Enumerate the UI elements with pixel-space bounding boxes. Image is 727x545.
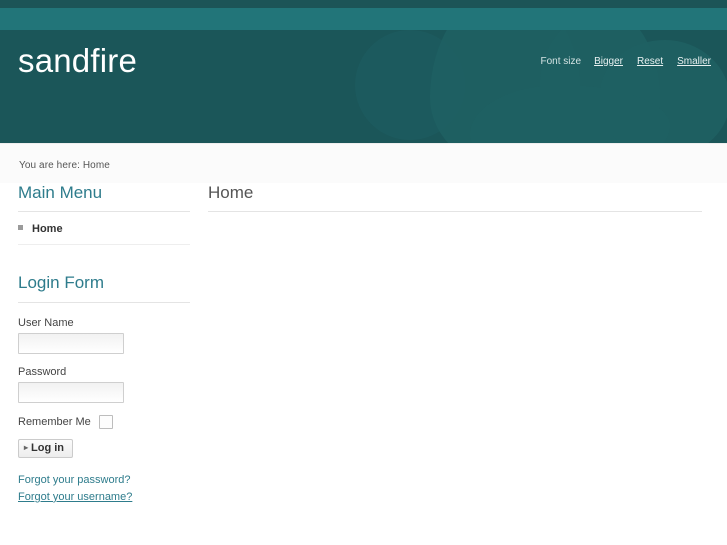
- font-size-reset-link[interactable]: Reset: [637, 56, 663, 67]
- module-login-form: Login Form User Name Password Remember M…: [0, 273, 200, 503]
- login-help-links: Forgot your password? Forgot your userna…: [18, 472, 200, 503]
- font-size-smaller-link[interactable]: Smaller: [677, 56, 711, 67]
- remember-me-checkbox[interactable]: [98, 414, 113, 429]
- main-menu-title: Main Menu: [18, 183, 103, 202]
- sidebar-item-home[interactable]: Home: [18, 212, 190, 246]
- list-item[interactable]: Forgot your username?: [18, 489, 200, 503]
- header-top-bar: [0, 0, 727, 30]
- site-logo[interactable]: sandfire: [18, 44, 137, 77]
- username-input[interactable]: [18, 332, 124, 354]
- font-size-tools: Font size Bigger Reset Smaller: [540, 56, 711, 67]
- square-bullet-icon: [18, 225, 23, 231]
- forgot-password-link[interactable]: Forgot your password?: [18, 474, 131, 486]
- login-button-label: Log in: [31, 441, 65, 454]
- site-header: sandfire Font size Bigger Reset Smaller: [0, 0, 727, 143]
- remember-me-row: Remember Me: [18, 414, 200, 429]
- remember-me-label: Remember Me: [18, 415, 91, 428]
- header-top-bar-accent: [0, 8, 727, 30]
- login-form-title: Login Form: [18, 273, 104, 293]
- font-size-label: Font size: [540, 56, 582, 67]
- font-size-bigger-link[interactable]: Bigger: [594, 56, 623, 67]
- divider: [208, 211, 702, 213]
- forgot-username-link[interactable]: Forgot your username?: [18, 491, 132, 503]
- page-body: Main Menu Home Login Form User Name Pass…: [0, 183, 727, 545]
- password-input[interactable]: [18, 381, 124, 403]
- chevron-right-icon: ▸: [24, 443, 29, 453]
- password-label: Password: [18, 365, 67, 378]
- main-menu-list: Home: [0, 212, 200, 246]
- breadcrumb: You are here: Home: [19, 160, 110, 171]
- sidebar: Main Menu Home Login Form User Name Pass…: [0, 183, 200, 517]
- login-button[interactable]: ▸ Log in: [18, 438, 74, 458]
- module-main-menu: Main Menu Home: [0, 183, 200, 246]
- username-label: User Name: [18, 316, 74, 329]
- list-item[interactable]: Forgot your password?: [18, 472, 200, 486]
- main-content: Home: [208, 183, 710, 213]
- header-banner: sandfire Font size Bigger Reset Smaller: [0, 30, 727, 143]
- breadcrumb-bar: You are here: Home: [0, 143, 727, 183]
- login-form: User Name Password Remember Me ▸ Log in …: [0, 303, 200, 503]
- sidebar-item-label[interactable]: Home: [32, 223, 63, 235]
- page-title: Home: [208, 183, 254, 202]
